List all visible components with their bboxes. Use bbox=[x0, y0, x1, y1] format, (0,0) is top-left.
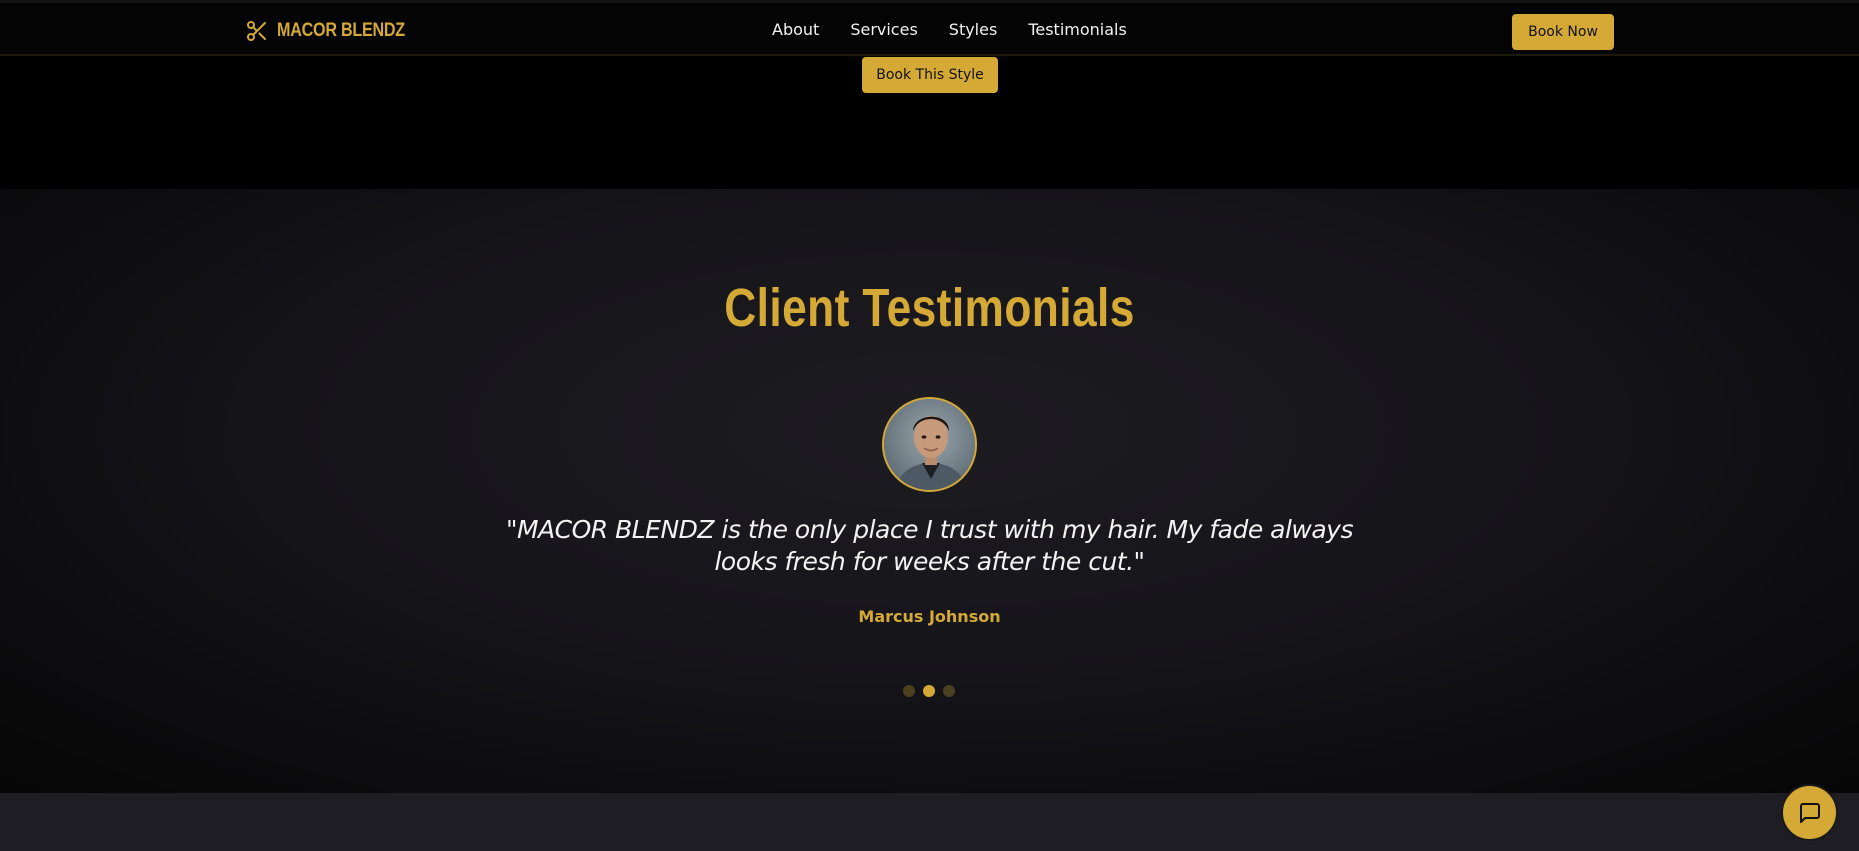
book-now-button[interactable]: Book Now bbox=[1512, 14, 1614, 50]
nav-about[interactable]: About bbox=[772, 20, 819, 39]
carousel-dots bbox=[903, 685, 955, 697]
carousel-dot-1[interactable] bbox=[903, 685, 915, 697]
scissors-icon bbox=[247, 21, 266, 41]
testimonial-quote: "MACOR BLENDZ is the only place I trust … bbox=[505, 515, 1354, 576]
next-section bbox=[0, 793, 1859, 851]
nav-styles[interactable]: Styles bbox=[949, 20, 998, 39]
carousel-dot-3[interactable] bbox=[943, 685, 955, 697]
client-avatar bbox=[882, 397, 977, 492]
section-title: Client Testimonials bbox=[724, 278, 1135, 338]
nav-services[interactable]: Services bbox=[850, 20, 917, 39]
nav-testimonials[interactable]: Testimonials bbox=[1028, 20, 1127, 39]
book-this-style-button[interactable]: Book This Style bbox=[862, 57, 998, 93]
testimonials-section: Client Testimonials "MACOR BLENDZ is the… bbox=[0, 189, 1859, 793]
brand-name: MACOR BLENDZ bbox=[277, 20, 405, 41]
client-photo bbox=[884, 399, 975, 490]
chat-bubble-icon bbox=[1799, 802, 1820, 823]
testimonial-author: Marcus Johnson bbox=[858, 607, 1001, 626]
carousel-dot-2[interactable] bbox=[923, 685, 935, 697]
main-nav: About Services Styles Testimonials bbox=[772, 20, 1127, 39]
site-header: MACOR BLENDZ About Services Styles Testi… bbox=[0, 0, 1859, 56]
chat-button[interactable] bbox=[1781, 784, 1838, 841]
brand-logo[interactable]: MACOR BLENDZ bbox=[245, 17, 428, 45]
